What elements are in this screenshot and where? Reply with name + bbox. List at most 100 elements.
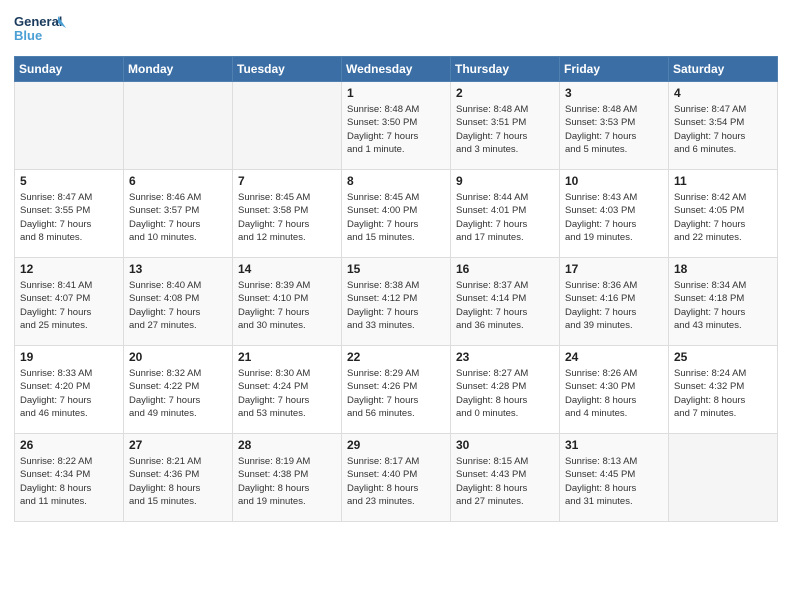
cell-text-line: and 5 minutes. (565, 143, 663, 156)
cell-text-line: Sunset: 4:40 PM (347, 468, 445, 481)
calendar-cell (669, 434, 778, 522)
cell-text-line: Sunset: 4:00 PM (347, 204, 445, 217)
day-number: 13 (129, 262, 227, 276)
cell-text-line: Sunset: 4:26 PM (347, 380, 445, 393)
calendar-cell: 15Sunrise: 8:38 AMSunset: 4:12 PMDayligh… (342, 258, 451, 346)
cell-text-line: Sunrise: 8:48 AM (347, 103, 445, 116)
cell-text-line: and 11 minutes. (20, 495, 118, 508)
cell-text-line: Daylight: 7 hours (456, 306, 554, 319)
day-number: 20 (129, 350, 227, 364)
cell-text-line: Daylight: 8 hours (565, 482, 663, 495)
calendar-cell (15, 82, 124, 170)
cell-text-line: Daylight: 7 hours (20, 306, 118, 319)
cell-text-line: Sunrise: 8:36 AM (565, 279, 663, 292)
calendar-week-row: 26Sunrise: 8:22 AMSunset: 4:34 PMDayligh… (15, 434, 778, 522)
day-number: 27 (129, 438, 227, 452)
cell-text-line: and 22 minutes. (674, 231, 772, 244)
cell-text-line: Sunrise: 8:39 AM (238, 279, 336, 292)
day-number: 30 (456, 438, 554, 452)
cell-text-line: Sunrise: 8:47 AM (20, 191, 118, 204)
day-number: 25 (674, 350, 772, 364)
day-number: 16 (456, 262, 554, 276)
cell-text-line: Sunset: 3:51 PM (456, 116, 554, 129)
day-number: 15 (347, 262, 445, 276)
cell-text-line: Daylight: 7 hours (129, 306, 227, 319)
calendar-cell: 21Sunrise: 8:30 AMSunset: 4:24 PMDayligh… (233, 346, 342, 434)
cell-text-line: Sunrise: 8:33 AM (20, 367, 118, 380)
day-number: 12 (20, 262, 118, 276)
cell-text-line: Daylight: 7 hours (347, 306, 445, 319)
day-number: 5 (20, 174, 118, 188)
cell-text-line: Sunset: 4:43 PM (456, 468, 554, 481)
cell-text-line: and 30 minutes. (238, 319, 336, 332)
cell-text-line: and 25 minutes. (20, 319, 118, 332)
cell-text-line: Sunrise: 8:45 AM (238, 191, 336, 204)
cell-text-line: Sunset: 4:45 PM (565, 468, 663, 481)
calendar-cell: 28Sunrise: 8:19 AMSunset: 4:38 PMDayligh… (233, 434, 342, 522)
weekday-header: Tuesday (233, 57, 342, 82)
cell-text-line: Sunset: 4:28 PM (456, 380, 554, 393)
cell-text-line: Sunset: 4:36 PM (129, 468, 227, 481)
calendar-cell: 19Sunrise: 8:33 AMSunset: 4:20 PMDayligh… (15, 346, 124, 434)
calendar-cell: 29Sunrise: 8:17 AMSunset: 4:40 PMDayligh… (342, 434, 451, 522)
cell-text-line: Sunrise: 8:40 AM (129, 279, 227, 292)
calendar-cell: 20Sunrise: 8:32 AMSunset: 4:22 PMDayligh… (124, 346, 233, 434)
cell-text-line: Daylight: 7 hours (565, 306, 663, 319)
cell-text-line: Sunrise: 8:15 AM (456, 455, 554, 468)
calendar-cell: 4Sunrise: 8:47 AMSunset: 3:54 PMDaylight… (669, 82, 778, 170)
logo: General Blue (14, 10, 66, 50)
calendar-cell: 23Sunrise: 8:27 AMSunset: 4:28 PMDayligh… (451, 346, 560, 434)
cell-text-line: Sunset: 4:30 PM (565, 380, 663, 393)
cell-text-line: Daylight: 8 hours (456, 482, 554, 495)
cell-text-line: and 33 minutes. (347, 319, 445, 332)
cell-text-line: and 8 minutes. (20, 231, 118, 244)
cell-text-line: Sunrise: 8:21 AM (129, 455, 227, 468)
cell-text-line: Sunset: 3:57 PM (129, 204, 227, 217)
cell-text-line: and 3 minutes. (456, 143, 554, 156)
cell-text-line: and 1 minute. (347, 143, 445, 156)
cell-text-line: and 27 minutes. (129, 319, 227, 332)
day-number: 18 (674, 262, 772, 276)
cell-text-line: Sunset: 4:18 PM (674, 292, 772, 305)
calendar-week-row: 12Sunrise: 8:41 AMSunset: 4:07 PMDayligh… (15, 258, 778, 346)
cell-text-line: Daylight: 7 hours (238, 218, 336, 231)
calendar-cell: 12Sunrise: 8:41 AMSunset: 4:07 PMDayligh… (15, 258, 124, 346)
page: General Blue SundayMondayTuesdayWednesda… (0, 0, 792, 612)
cell-text-line: Sunset: 4:24 PM (238, 380, 336, 393)
calendar-cell: 26Sunrise: 8:22 AMSunset: 4:34 PMDayligh… (15, 434, 124, 522)
logo-svg: General Blue (14, 10, 66, 50)
cell-text-line: Sunset: 4:22 PM (129, 380, 227, 393)
day-number: 23 (456, 350, 554, 364)
cell-text-line: and 23 minutes. (347, 495, 445, 508)
cell-text-line: and 27 minutes. (456, 495, 554, 508)
cell-text-line: Sunset: 4:16 PM (565, 292, 663, 305)
cell-text-line: Sunrise: 8:48 AM (565, 103, 663, 116)
calendar-cell: 25Sunrise: 8:24 AMSunset: 4:32 PMDayligh… (669, 346, 778, 434)
cell-text-line: Daylight: 7 hours (129, 218, 227, 231)
svg-text:General: General (14, 14, 62, 29)
day-number: 3 (565, 86, 663, 100)
cell-text-line: Sunset: 3:54 PM (674, 116, 772, 129)
cell-text-line: and 12 minutes. (238, 231, 336, 244)
calendar-week-row: 5Sunrise: 8:47 AMSunset: 3:55 PMDaylight… (15, 170, 778, 258)
calendar-cell: 10Sunrise: 8:43 AMSunset: 4:03 PMDayligh… (560, 170, 669, 258)
cell-text-line: Sunset: 4:10 PM (238, 292, 336, 305)
calendar-cell (233, 82, 342, 170)
cell-text-line: Daylight: 8 hours (347, 482, 445, 495)
cell-text-line: and 10 minutes. (129, 231, 227, 244)
day-number: 28 (238, 438, 336, 452)
calendar-header-row: SundayMondayTuesdayWednesdayThursdayFrid… (15, 57, 778, 82)
cell-text-line: and 15 minutes. (347, 231, 445, 244)
cell-text-line: Sunset: 4:12 PM (347, 292, 445, 305)
day-number: 1 (347, 86, 445, 100)
cell-text-line: and 49 minutes. (129, 407, 227, 420)
calendar-cell: 22Sunrise: 8:29 AMSunset: 4:26 PMDayligh… (342, 346, 451, 434)
calendar-cell: 1Sunrise: 8:48 AMSunset: 3:50 PMDaylight… (342, 82, 451, 170)
cell-text-line: Sunset: 4:07 PM (20, 292, 118, 305)
cell-text-line: and 15 minutes. (129, 495, 227, 508)
day-number: 9 (456, 174, 554, 188)
cell-text-line: Sunrise: 8:46 AM (129, 191, 227, 204)
cell-text-line: Sunrise: 8:22 AM (20, 455, 118, 468)
cell-text-line: Sunrise: 8:48 AM (456, 103, 554, 116)
cell-text-line: Sunrise: 8:34 AM (674, 279, 772, 292)
